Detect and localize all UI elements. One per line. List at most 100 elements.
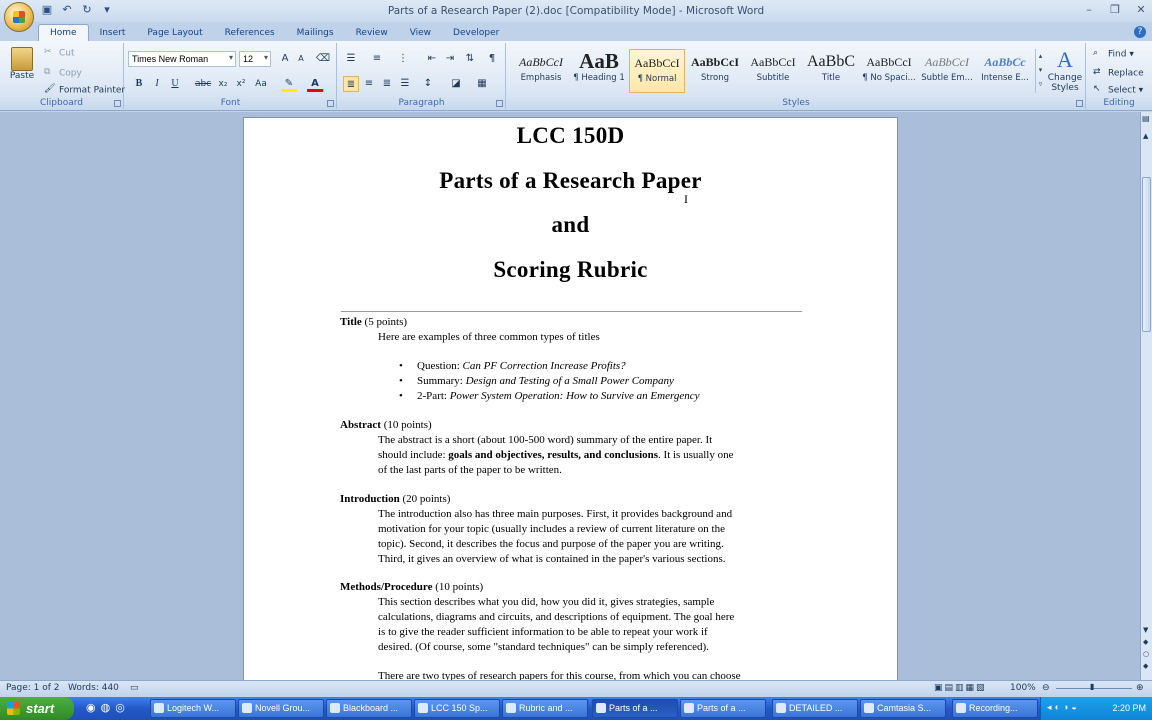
style-no-spacing[interactable]: AaBbCcI ¶ No Spaci... <box>861 49 917 93</box>
tray-icons[interactable]: ◂◐◑◒ <box>1047 702 1080 713</box>
zoom-in-icon[interactable]: ⊕ <box>1136 683 1144 693</box>
copy-button[interactable]: ⧉ Copy <box>44 67 82 79</box>
style-strong[interactable]: AaBbCcI Strong <box>687 49 743 93</box>
style-normal[interactable]: AaBbCcI ¶ Normal <box>629 49 685 93</box>
line-spacing-icon[interactable]: ↕ <box>420 76 436 92</box>
increase-indent-icon[interactable]: ⇥ <box>442 51 458 67</box>
taskbar-item[interactable]: Recording... <box>952 699 1038 718</box>
styles-launcher-icon[interactable] <box>1076 100 1083 107</box>
change-styles-button[interactable]: A Change Styles <box>1047 47 1083 93</box>
tab-home[interactable]: Home <box>38 24 89 42</box>
sort-icon[interactable]: ⇅ <box>462 51 478 67</box>
introduction-line: The introduction also has three main pur… <box>378 508 733 520</box>
clipboard-label: Clipboard <box>40 98 83 108</box>
proofing-icon[interactable]: ▭ <box>130 683 139 693</box>
bullets-icon[interactable]: ☰ <box>343 51 359 67</box>
align-center-icon[interactable]: ≡ <box>361 76 377 92</box>
clock[interactable]: 2:20 PM <box>1112 703 1146 713</box>
show-formatting-icon[interactable]: ¶ <box>484 51 500 67</box>
multilevel-list-icon[interactable]: ⋮ <box>395 51 411 67</box>
tab-developer[interactable]: Developer <box>442 25 510 42</box>
style-heading-1[interactable]: AaB ¶ Heading 1 <box>571 49 627 93</box>
font-color-icon[interactable]: A <box>307 76 323 92</box>
vertical-scrollbar[interactable]: ▤ ▲ ▼ ◆ ○ ◆ <box>1140 112 1152 680</box>
bullet-label: Question: <box>417 360 463 372</box>
section-introduction-heading: Introduction (20 points) <box>340 492 450 507</box>
tab-view[interactable]: View <box>399 25 442 42</box>
paragraph-launcher-icon[interactable] <box>496 100 503 107</box>
numbering-icon[interactable]: ≡ <box>369 51 385 67</box>
style-intense-emphasis[interactable]: AaBbCc Intense E... <box>977 49 1033 93</box>
replace-button[interactable]: ⇄ Replace <box>1093 67 1144 79</box>
tab-review[interactable]: Review <box>345 25 399 42</box>
abstract-line: should include: goals and objectives, re… <box>378 448 734 463</box>
taskbar-item[interactable]: Parts of a ... <box>592 699 678 718</box>
scroll-up-icon[interactable]: ▲ <box>1143 132 1148 140</box>
cut-button[interactable]: ✂ Cut <box>44 47 75 59</box>
taskbar-item[interactable]: Rubric and ... <box>502 699 588 718</box>
tab-references[interactable]: References <box>214 25 286 42</box>
zoom-out-icon[interactable]: ⊖ <box>1042 683 1050 693</box>
style-subtitle[interactable]: AaBbCcI Subtitle <box>745 49 801 93</box>
justify-icon[interactable]: ☰ <box>397 76 413 92</box>
taskbar-item[interactable]: LCC 150 Sp... <box>414 699 500 718</box>
horizontal-rule <box>341 311 802 312</box>
clear-format-icon[interactable]: ⌫ <box>315 51 331 67</box>
select-button[interactable]: ↖ Select ▾ <box>1093 84 1143 96</box>
shrink-font-icon[interactable]: A <box>293 51 309 67</box>
subscript-icon[interactable]: x₂ <box>215 76 231 92</box>
scrollbar-thumb[interactable] <box>1142 177 1151 332</box>
highlight-icon[interactable]: ✎ <box>281 76 297 92</box>
quick-launch-icons[interactable]: ◉◍◎ <box>86 701 130 714</box>
taskbar-item[interactable]: Novell Grou... <box>238 699 324 718</box>
start-button[interactable]: start <box>0 697 74 720</box>
bold-icon[interactable]: B <box>131 76 147 92</box>
style-name: Strong <box>700 73 730 83</box>
paste-button[interactable]: Paste <box>8 47 36 81</box>
taskbar-item[interactable]: Logitech W... <box>150 699 236 718</box>
style-subtle-emphasis[interactable]: AaBbCcI Subtle Em... <box>919 49 975 93</box>
page-indicator[interactable]: Page: 1 of 2 <box>6 683 60 693</box>
tab-page-layout[interactable]: Page Layout <box>136 25 213 42</box>
style-title[interactable]: AaBbC Title <box>803 49 859 93</box>
document-page[interactable]: LCC 150D Parts of a Research Paper and S… <box>243 117 898 680</box>
strikethrough-icon[interactable]: abc <box>195 76 211 92</box>
ruler-toggle-icon[interactable]: ▤ <box>1142 114 1150 123</box>
taskbar-item[interactable]: Parts of a ... <box>680 699 766 718</box>
format-painter-button[interactable]: 🖌 Format Painter <box>44 84 125 96</box>
style-emphasis[interactable]: AaBbCcI Emphasis <box>513 49 569 93</box>
decrease-indent-icon[interactable]: ⇤ <box>424 51 440 67</box>
restore-icon[interactable]: ❐ <box>1108 3 1122 16</box>
zoom-level[interactable]: 100% <box>1010 683 1036 693</box>
word-count[interactable]: Words: 440 <box>68 683 119 693</box>
italic-icon[interactable]: I <box>149 76 165 92</box>
underline-icon[interactable]: U <box>167 76 183 92</box>
close-icon[interactable]: ✕ <box>1134 3 1148 16</box>
shading-icon[interactable]: ◪ <box>448 76 464 92</box>
taskbar-item[interactable]: Camtasia S... <box>860 699 946 718</box>
find-button[interactable]: ⌕ Find ▾ <box>1093 48 1134 60</box>
clipboard-launcher-icon[interactable] <box>114 100 121 107</box>
font-launcher-icon[interactable] <box>327 100 334 107</box>
abstract-line: The abstract is a short (about 100-500 w… <box>378 434 713 446</box>
borders-icon[interactable]: ▦ <box>474 76 490 92</box>
tab-insert[interactable]: Insert <box>89 25 137 42</box>
help-icon[interactable]: ? <box>1134 26 1146 38</box>
zoom-thumb-icon[interactable]: ▮ <box>1090 682 1094 691</box>
taskbar-item[interactable]: DETAILED ... <box>772 699 858 718</box>
change-case-icon[interactable]: Aa <box>253 76 269 92</box>
align-right-icon[interactable]: ≣ <box>379 76 395 92</box>
minimize-icon[interactable]: – <box>1082 3 1096 16</box>
scroll-down-icon[interactable]: ▼ ◆ ○ ◆ <box>1143 624 1149 672</box>
styles-scroll-icon[interactable]: ▴ ▾ ▿ <box>1035 49 1045 93</box>
view-buttons-icon[interactable]: ▣▤▥▦▧ <box>934 683 987 693</box>
office-button[interactable] <box>4 2 34 32</box>
document-workspace: LCC 150D Parts of a Research Paper and S… <box>0 112 1140 680</box>
font-name-combo[interactable]: Times New Roman <box>128 51 236 67</box>
tab-mailings[interactable]: Mailings <box>286 25 345 42</box>
align-left-icon[interactable]: ≣ <box>343 76 359 92</box>
taskbar-item[interactable]: Blackboard ... <box>326 699 412 718</box>
superscript-icon[interactable]: x² <box>233 76 249 92</box>
font-size-combo[interactable]: 12 <box>239 51 271 67</box>
grow-font-icon[interactable]: A <box>277 51 293 67</box>
